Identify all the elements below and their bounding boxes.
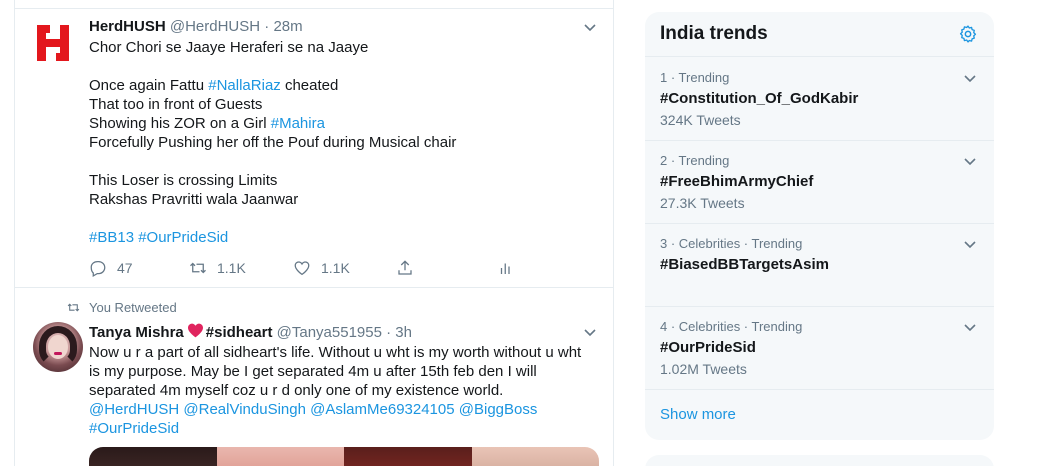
separator: ·: [386, 324, 392, 341]
tweet-text: Now u r a part of all sidheart's life. W…: [89, 343, 589, 438]
trend-meta: 2 · Trending: [660, 153, 730, 168]
tweet-line: Once again Fattu #NallaRiaz cheated: [89, 77, 339, 94]
tweet-tanya[interactable]: You Retweeted Tanya Mishra #sidheart @Tan…: [15, 289, 613, 466]
tweet-line: That too in front of Guests: [89, 96, 263, 113]
retweet-count: 1.1K: [217, 260, 246, 276]
tweet-header: HerdHUSH @HerdHUSH · 28m: [89, 18, 303, 35]
trend-item[interactable]: 4 · Celebrities · Trending #OurPrideSid …: [645, 307, 994, 390]
tweet-line: This Loser is crossing Limits: [89, 172, 278, 189]
trend-meta: 4 · Celebrities · Trending: [660, 319, 803, 334]
trends-title: India trends: [660, 23, 768, 44]
chevron-down-icon[interactable]: [583, 328, 597, 338]
media-preview[interactable]: [89, 447, 599, 466]
tweet-line: [89, 209, 589, 228]
herdhush-logo-icon: [37, 25, 69, 61]
hashtag-link[interactable]: #Mahira: [271, 115, 325, 132]
heart-emoji: [187, 323, 203, 338]
mention-links[interactable]: @HerdHUSH @RealVinduSingh @AslamMe693241…: [89, 401, 537, 418]
chevron-down-icon[interactable]: [963, 240, 977, 250]
retweet-button[interactable]: 1.1K: [189, 259, 246, 277]
trend-count: 324K Tweets: [660, 112, 741, 128]
separator: ·: [264, 18, 270, 35]
trend-count: 27.3K Tweets: [660, 195, 745, 211]
retweet-context-label[interactable]: You Retweeted: [89, 300, 177, 315]
hashtag-link[interactable]: #OurPrideSid: [89, 420, 179, 437]
tweet-time[interactable]: 3h: [395, 324, 412, 341]
sidebar-panel: [645, 455, 994, 466]
tweet-line: [89, 57, 589, 76]
tweet-time[interactable]: 28m: [273, 18, 302, 35]
gear-icon[interactable]: [958, 24, 978, 44]
reply-button[interactable]: 47: [89, 259, 133, 277]
trends-panel: India trends 1 · Trending #Constitution_…: [645, 12, 994, 440]
reply-icon: [90, 260, 106, 277]
chevron-down-icon[interactable]: [963, 157, 977, 167]
chevron-down-icon[interactable]: [963, 323, 977, 333]
trend-count: 1.02M Tweets: [660, 361, 747, 377]
tweet-line: Forcefully Pushing her off the Pouf duri…: [89, 134, 457, 151]
share-icon: [398, 260, 412, 275]
analytics-button[interactable]: [497, 259, 525, 277]
trend-meta: 3 · Celebrities · Trending: [660, 236, 803, 251]
trend-item[interactable]: 1 · Trending #Constitution_Of_GodKabir 3…: [645, 58, 994, 141]
retweet-icon: [190, 262, 206, 274]
trend-name: #BiasedBBTargetsAsim: [660, 256, 829, 273]
like-button[interactable]: 1.1K: [293, 259, 350, 277]
tweet-herdhush[interactable]: HerdHUSH @HerdHUSH · 28m Chor Chori se J…: [15, 9, 613, 288]
share-button[interactable]: [396, 259, 424, 277]
tweet-line: [89, 152, 589, 171]
retweet-icon: [67, 303, 80, 312]
trend-item[interactable]: 2 · Trending #FreeBhimArmyChief 27.3K Tw…: [645, 141, 994, 224]
analytics-icon: [500, 263, 510, 274]
chevron-down-icon[interactable]: [583, 23, 597, 33]
trend-name: #FreeBhimArmyChief: [660, 173, 814, 190]
tweet-body: Now u r a part of all sidheart's life. W…: [89, 344, 582, 399]
like-icon: [294, 261, 310, 276]
author-name[interactable]: HerdHUSH: [89, 18, 166, 35]
trend-name: #Constitution_Of_GodKabir: [660, 90, 859, 107]
retweet-context: You Retweeted: [67, 300, 177, 315]
show-more-link[interactable]: Show more: [660, 406, 736, 423]
reply-count: 47: [117, 260, 133, 276]
tweet-header: Tanya Mishra #sidheart @Tanya551955 · 3h: [89, 323, 412, 341]
hashtag-links[interactable]: #BB13 #OurPrideSid: [89, 228, 589, 247]
trend-meta: 1 · Trending: [660, 70, 730, 85]
timeline: HerdHUSH @HerdHUSH · 28m Chor Chori se J…: [14, 0, 614, 466]
trend-item[interactable]: 3 · Celebrities · Trending #BiasedBBTarg…: [645, 224, 994, 307]
author-name[interactable]: Tanya Mishra #sidheart: [89, 323, 273, 341]
author-handle[interactable]: @HerdHUSH: [170, 18, 260, 35]
tweet-line: Chor Chori se Jaaye Heraferi se na Jaaye: [89, 39, 369, 56]
tweet-line: Showing his ZOR on a Girl #Mahira: [89, 115, 325, 132]
author-name-text: Tanya Mishra: [89, 324, 184, 341]
tweet-line: Rakshas Pravritti wala Jaanwar: [89, 191, 299, 208]
hashtag-link[interactable]: #NallaRiaz: [208, 77, 281, 94]
like-count: 1.1K: [321, 260, 350, 276]
tweet-actions: 47 1.1K 1.1K: [89, 259, 529, 279]
trends-header: India trends: [645, 12, 994, 57]
author-handle[interactable]: @Tanya551955: [277, 324, 382, 341]
trend-name: #OurPrideSid: [660, 339, 756, 356]
chevron-down-icon[interactable]: [963, 74, 977, 84]
avatar[interactable]: [37, 25, 73, 61]
author-name-suffix: #sidheart: [205, 324, 273, 341]
tweet-text: Chor Chori se Jaaye Heraferi se na Jaaye…: [89, 38, 589, 247]
avatar[interactable]: [33, 322, 83, 372]
